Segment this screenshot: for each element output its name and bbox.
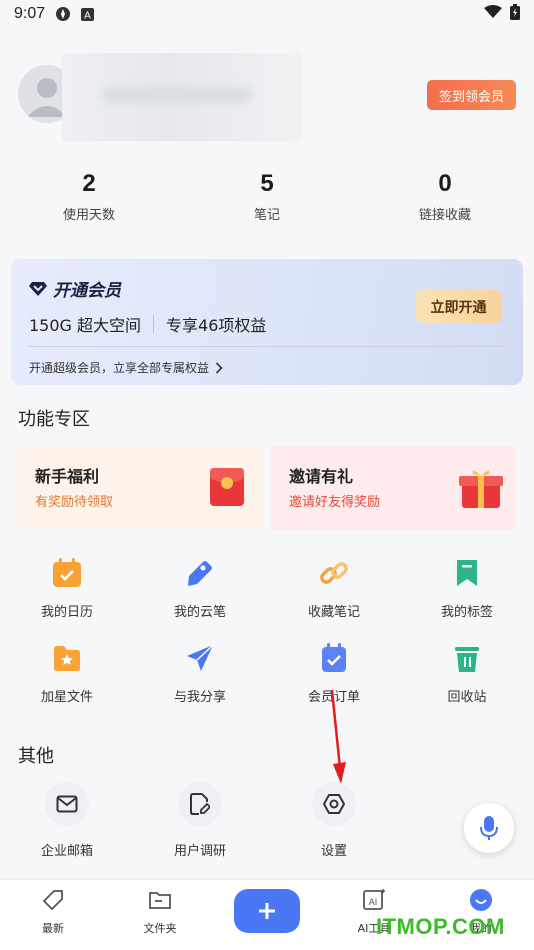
enterprise-mail-item[interactable]: 企业邮箱 <box>0 782 134 859</box>
saved-notes-item[interactable]: 收藏笔记 <box>267 557 401 620</box>
item-label: 我的云笔 <box>173 604 226 619</box>
stats-row: 2 使用天数 5 笔记 0 链接收藏 <box>0 170 534 223</box>
order-clipboard-icon <box>318 642 350 674</box>
starred-files-item[interactable]: 加星文件 <box>0 642 134 705</box>
user-survey-item[interactable]: 用户调研 <box>133 782 267 859</box>
item-label: 我的标签 <box>440 604 493 619</box>
item-label: 收藏笔记 <box>307 604 360 619</box>
stat-value: 0 <box>438 170 452 197</box>
gift-box-icon <box>459 470 503 508</box>
tab-latest[interactable]: 最新 <box>0 888 106 936</box>
card-subtitle: 有奖励待领取 <box>35 495 114 510</box>
vip-space: 150G 超大空间 <box>29 316 142 335</box>
profile-header: 签到领会员 <box>0 45 534 145</box>
svg-text:AI: AI <box>369 897 378 907</box>
tab-label: 最新 <box>42 922 64 935</box>
my-tags-item[interactable]: 我的标签 <box>400 557 534 620</box>
vip-link-text: 开通超级会员，立享全部专属权益 <box>29 361 210 375</box>
folder-icon <box>149 892 171 909</box>
item-label: 回收站 <box>447 689 487 704</box>
microphone-icon <box>480 816 498 840</box>
recycle-bin-item[interactable]: 回收站 <box>400 642 534 705</box>
card-title: 邀请有礼 <box>289 467 354 486</box>
bookmark-icon <box>451 557 483 589</box>
item-label: 用户调研 <box>173 844 226 859</box>
newbie-welfare-card[interactable]: 新手福利 有奖励待领取 <box>17 446 262 530</box>
add-button[interactable] <box>234 889 300 933</box>
star-folder-icon <box>51 642 83 674</box>
vip-title: 开通会员 <box>29 276 121 301</box>
chevron-right-icon <box>215 361 223 374</box>
pen-tag-icon <box>184 557 216 589</box>
tab-label: 文件夹 <box>143 922 177 935</box>
calendar-icon <box>51 557 83 589</box>
battery-icon <box>510 4 520 24</box>
stat-links[interactable]: 0 链接收藏 <box>356 170 534 223</box>
item-label: 企业邮箱 <box>40 844 93 859</box>
voice-input-button[interactable] <box>464 803 514 853</box>
vip-title-text: 开通会员 <box>53 281 121 301</box>
vip-benefits: 专享46项权益 <box>166 316 267 335</box>
watermark: ITMOP.COM <box>376 914 505 939</box>
features-heading: 功能专区 <box>18 409 90 430</box>
link-icon <box>318 557 350 589</box>
trash-icon <box>451 642 483 674</box>
gear-icon <box>312 782 356 826</box>
invite-reward-card[interactable]: 邀请有礼 邀请好友得奖励 <box>271 446 516 530</box>
plus-icon <box>259 903 275 919</box>
item-label: 与我分享 <box>173 689 226 704</box>
card-subtitle: 邀请好友得奖励 <box>289 495 381 510</box>
signin-button[interactable]: 签到领会员 <box>427 80 516 110</box>
stat-label: 笔记 <box>253 208 280 223</box>
stat-value: 2 <box>82 170 96 197</box>
send-icon <box>184 642 216 674</box>
app-notification-icon <box>55 6 71 22</box>
ai-icon: AI <box>363 889 385 910</box>
stat-label: 链接收藏 <box>418 208 471 223</box>
my-cloud-pen-item[interactable]: 我的云笔 <box>133 557 267 620</box>
card-title: 新手福利 <box>35 467 100 486</box>
status-bar: 9:07 A <box>0 0 534 28</box>
mail-icon <box>45 782 89 826</box>
stat-days[interactable]: 2 使用天数 <box>0 170 178 223</box>
annotation-arrow-icon <box>330 689 346 784</box>
svg-text:A: A <box>84 10 91 21</box>
my-calendar-item[interactable]: 我的日历 <box>0 557 134 620</box>
tag-icon <box>42 890 63 911</box>
vip-link[interactable]: 开通超级会员，立享全部专属权益 <box>29 359 223 376</box>
shared-with-me-item[interactable]: 与我分享 <box>133 642 267 705</box>
blurred-username <box>62 53 302 141</box>
item-label: 加星文件 <box>40 689 93 704</box>
status-time: 9:07 <box>14 5 46 22</box>
vip-divider <box>29 346 505 347</box>
tab-folders[interactable]: 文件夹 <box>107 888 213 936</box>
survey-edit-icon <box>178 782 222 826</box>
item-label: 我的日历 <box>40 604 93 619</box>
smile-profile-icon <box>470 889 492 911</box>
stat-label: 使用天数 <box>62 208 115 223</box>
other-heading: 其他 <box>18 746 54 767</box>
app-a-icon: A <box>81 7 95 21</box>
stat-notes[interactable]: 5 笔记 <box>178 170 356 223</box>
vip-open-button[interactable]: 立即开通 <box>416 290 501 323</box>
wifi-icon <box>484 5 502 23</box>
vip-card[interactable]: 开通会员 150G 超大空间 专享46项权益 立即开通 开通超级会员，立享全部专… <box>11 259 523 385</box>
red-envelope-icon <box>210 468 244 506</box>
diamond-icon <box>29 281 47 296</box>
stat-value: 5 <box>260 170 274 197</box>
vip-subtitle: 150G 超大空间 专享46项权益 <box>29 312 266 336</box>
item-label: 设置 <box>320 844 347 859</box>
settings-item[interactable]: 设置 <box>267 782 401 859</box>
